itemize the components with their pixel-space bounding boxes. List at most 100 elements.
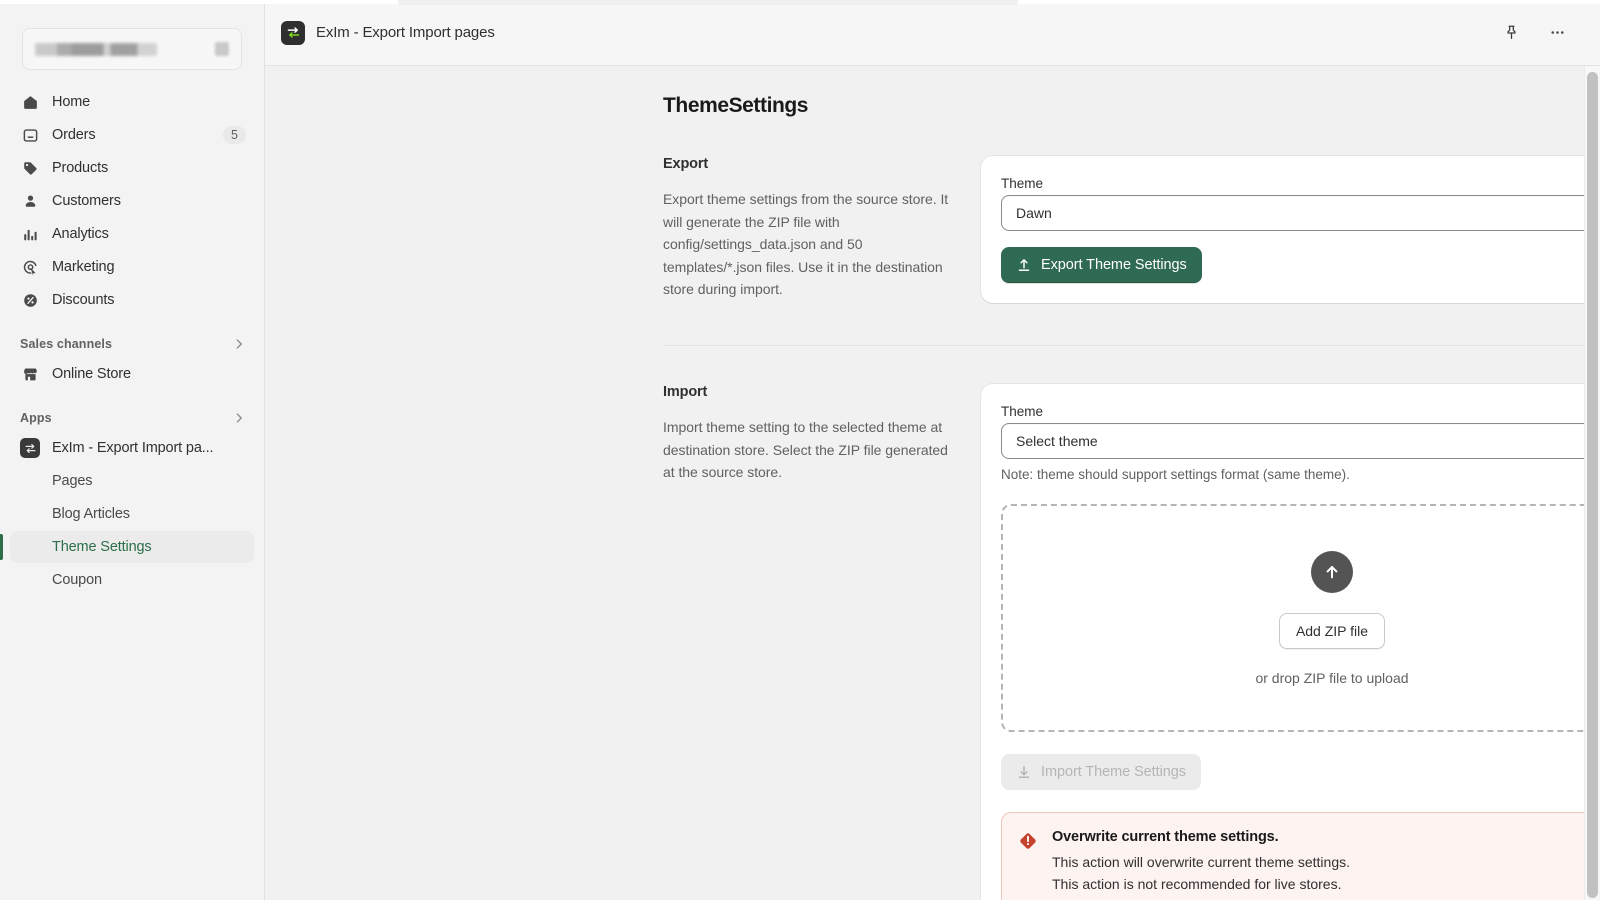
sidebar-item-coupon[interactable]: Coupon	[10, 564, 254, 596]
sidebar-item-customers[interactable]: Customers	[10, 185, 254, 217]
sidebar-item-label: Orders	[52, 127, 96, 143]
export-button-label: Export Theme Settings	[1041, 257, 1187, 273]
sidebar-subitem-label: Pages	[52, 473, 93, 489]
app-window: Home Orders 5 Products Customers Analyti…	[0, 0, 1600, 900]
sidebar-item-label: Products	[52, 160, 109, 176]
content-inner: ThemeSettings Export Export theme settin…	[265, 66, 1600, 900]
sidebar-subitem-label: Coupon	[52, 572, 102, 588]
orders-count-badge: 5	[223, 126, 246, 144]
overwrite-warning-banner: Overwrite current theme settings. This a…	[1001, 812, 1600, 900]
sidebar-section-label: Sales channels	[20, 337, 113, 351]
banner-line-2: This action is not recommended for live …	[1052, 876, 1342, 892]
more-horizontal-icon[interactable]	[1544, 20, 1570, 46]
online-store-icon	[20, 364, 40, 384]
sidebar-item-analytics[interactable]: Analytics	[10, 218, 254, 250]
sidebar-item-discounts[interactable]: Discounts	[10, 284, 254, 316]
store-switcher[interactable]	[22, 28, 242, 70]
sidebar-subitem-label: Theme Settings	[52, 539, 152, 555]
export-card: Theme Dawn Export Theme Settings	[981, 156, 1600, 303]
orders-inbox-icon	[20, 125, 40, 145]
store-badge-redacted	[215, 42, 229, 56]
import-button-wrap: Import Theme Settings	[1001, 754, 1600, 790]
pin-icon[interactable]	[1498, 20, 1524, 46]
export-theme-label: Theme	[1001, 176, 1044, 191]
sidebar-item-label: Analytics	[52, 226, 109, 242]
sidebar-item-label: Home	[52, 94, 91, 110]
export-section: Export Export theme settings from the so…	[663, 156, 1600, 303]
sidebar-section-sales-channels[interactable]: Sales channels	[10, 330, 254, 358]
import-description: Import theme setting to the selected the…	[663, 419, 948, 480]
sidebar: Home Orders 5 Products Customers Analyti…	[0, 0, 265, 900]
zip-dropzone[interactable]: Add ZIP file or drop ZIP file to upload	[1001, 504, 1600, 732]
customer-person-icon	[20, 191, 40, 211]
vertical-scrollbar-thumb[interactable]	[1587, 72, 1598, 898]
sidebar-item-blog-articles[interactable]: Blog Articles	[10, 498, 254, 530]
banner-text-block: Overwrite current theme settings. This a…	[1052, 829, 1464, 900]
upload-arrow-icon	[1016, 257, 1032, 273]
import-theme-value: Select theme	[1016, 433, 1098, 449]
window-top-tab-sliver	[398, 0, 1018, 5]
import-description-block: Import Import theme setting to the selec…	[663, 384, 981, 484]
export-theme-value: Dawn	[1016, 205, 1052, 221]
app-header-left: ExIm - Export Import pages	[281, 20, 495, 45]
banner-line-1: This action will overwrite current theme…	[1052, 854, 1350, 870]
exim-app-icon	[20, 438, 40, 458]
import-theme-note: Note: theme should support settings form…	[1001, 467, 1350, 482]
sidebar-subitem-label: Blog Articles	[52, 506, 130, 522]
sidebar-item-home[interactable]: Home	[10, 86, 254, 118]
sidebar-item-theme-settings[interactable]: Theme Settings	[0, 531, 254, 563]
download-arrow-icon	[1016, 764, 1032, 780]
import-button-label: Import Theme Settings	[1041, 764, 1186, 780]
app-header-actions	[1498, 20, 1584, 46]
import-theme-settings-button[interactable]: Import Theme Settings	[1001, 754, 1201, 790]
sidebar-item-label: Marketing	[52, 259, 115, 275]
export-heading: Export	[663, 156, 709, 172]
sidebar-item-products[interactable]: Products	[10, 152, 254, 184]
import-theme-label: Theme	[1001, 404, 1044, 419]
main-area: ExIm - Export Import pages ThemeSettings	[265, 0, 1600, 900]
dropzone-hint: or drop ZIP file to upload	[1255, 669, 1409, 686]
sidebar-item-label: Customers	[52, 193, 121, 209]
sidebar-section-label: Apps	[20, 411, 52, 425]
page-title: ThemeSettings	[663, 94, 809, 117]
marketing-target-icon	[20, 257, 40, 277]
export-theme-select[interactable]: Dawn	[1001, 195, 1600, 231]
app-header-title: ExIm - Export Import pages	[316, 24, 495, 41]
sidebar-item-orders[interactable]: Orders 5	[10, 119, 254, 151]
sidebar-item-label: Online Store	[52, 366, 131, 382]
analytics-bars-icon	[20, 224, 40, 244]
sidebar-item-label: ExIm - Export Import pa...	[52, 440, 214, 456]
chevron-right-icon[interactable]	[232, 337, 246, 351]
import-section: Import Import theme setting to the selec…	[663, 384, 1600, 900]
import-card: Theme Select theme Note: theme should su…	[981, 384, 1600, 900]
upload-arrow-circle-icon	[1311, 550, 1353, 593]
banner-title: Overwrite current theme settings.	[1052, 829, 1279, 845]
content-scroll-region: ThemeSettings Export Export theme settin…	[265, 66, 1600, 900]
export-description: Export theme settings from the source st…	[663, 191, 949, 297]
store-name-redacted	[35, 42, 157, 56]
alert-diamond-icon	[1018, 829, 1038, 900]
sidebar-top-spacer	[0, 0, 264, 28]
sidebar-item-marketing[interactable]: Marketing	[10, 251, 254, 283]
import-heading: Import	[663, 384, 708, 400]
exim-app-icon	[281, 20, 305, 45]
sidebar-item-label: Discounts	[52, 292, 115, 308]
import-theme-select[interactable]: Select theme	[1001, 423, 1600, 459]
sidebar-primary-nav: Home Orders 5 Products Customers Analyti…	[0, 86, 264, 596]
sidebar-item-exim-app[interactable]: ExIm - Export Import pa...	[10, 432, 254, 464]
sidebar-item-online-store[interactable]: Online Store	[10, 358, 254, 390]
banner-line-3: Create theme's backup before this action…	[1052, 895, 1464, 900]
product-tag-icon	[20, 158, 40, 178]
discount-percent-icon	[20, 290, 40, 310]
section-divider	[663, 345, 1600, 346]
chevron-right-icon[interactable]	[232, 411, 246, 425]
export-description-block: Export Export theme settings from the so…	[663, 156, 981, 301]
app-header-bar: ExIm - Export Import pages	[265, 0, 1600, 66]
home-icon	[20, 92, 40, 112]
sidebar-item-pages[interactable]: Pages	[10, 465, 254, 497]
add-zip-file-button[interactable]: Add ZIP file	[1278, 612, 1386, 649]
sidebar-section-apps[interactable]: Apps	[10, 404, 254, 432]
vertical-scrollbar-track[interactable]	[1584, 66, 1600, 900]
export-theme-settings-button[interactable]: Export Theme Settings	[1001, 247, 1202, 283]
